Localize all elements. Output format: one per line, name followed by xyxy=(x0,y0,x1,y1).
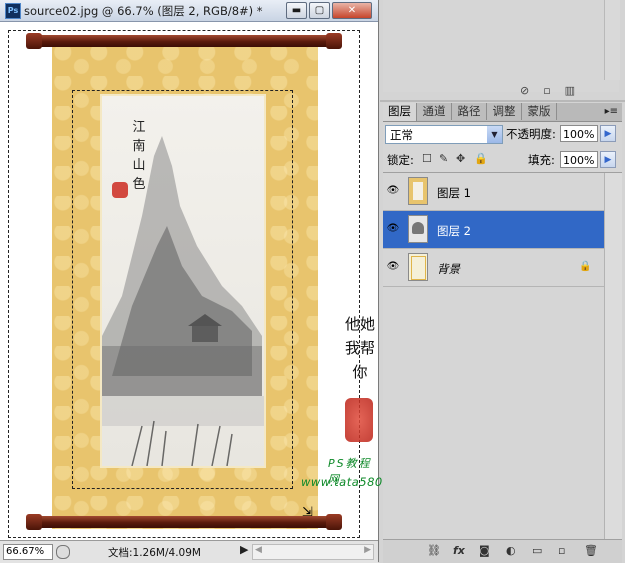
new-group-folder-icon[interactable]: ▭ xyxy=(532,544,542,557)
chevron-down-icon[interactable]: ▼ xyxy=(487,126,502,143)
minimize-button[interactable]: ▬ xyxy=(286,2,307,19)
top-scroll-rod xyxy=(34,35,334,47)
lock-position-move-icon[interactable]: ✥ xyxy=(456,152,465,165)
bottom-rod-left-knob xyxy=(26,514,42,530)
move-cursor-icon: ⇲ xyxy=(302,505,313,520)
layers-panel: 图层 通道 路径 调整 蒙版 ▸≡ 正常 ▼ 不透明度: 100% ▶ 锁定: … xyxy=(383,103,622,563)
panel-divider[interactable] xyxy=(380,100,625,102)
horizontal-scrollbar[interactable]: ◀ ▶ xyxy=(252,544,374,560)
layer-list: 👁 图层 1 👁 图层 2 👁 背景 🔒 xyxy=(383,172,622,549)
layer-name: 图层 1 xyxy=(437,186,471,200)
status-menu-arrow-icon[interactable]: ▶ xyxy=(240,543,248,556)
upper-panel-scrollbar[interactable] xyxy=(604,0,620,80)
tab-layers[interactable]: 图层 xyxy=(383,103,417,121)
scroll-right-icon[interactable]: ▶ xyxy=(364,545,371,555)
tab-channels[interactable]: 通道 xyxy=(417,103,452,120)
bottom-scroll-rod xyxy=(34,516,334,528)
close-button[interactable]: ✕ xyxy=(332,2,372,19)
layer-thumbnail xyxy=(408,177,428,205)
top-rod-right-knob xyxy=(326,33,342,49)
lock-icon: 🔒 xyxy=(579,261,592,272)
lock-all-icon[interactable]: 🔒 xyxy=(474,152,488,165)
fill-input[interactable]: 100% xyxy=(560,151,598,168)
fill-label: 填充: xyxy=(528,153,555,167)
blend-mode-value: 正常 xyxy=(390,128,413,142)
fill-slider-arrow-icon[interactable]: ▶ xyxy=(600,151,616,168)
tab-paths[interactable]: 路径 xyxy=(452,103,487,120)
trash-icon[interactable]: 🗑 xyxy=(584,544,598,557)
watermark-calligraphy: 他她我帮你 xyxy=(344,315,375,381)
layer-row-background[interactable]: 👁 背景 🔒 xyxy=(383,249,604,287)
layer-row-layer-2[interactable]: 👁 图层 2 xyxy=(383,211,604,249)
opacity-input[interactable]: 100% xyxy=(560,125,598,142)
eye-visibility-icon[interactable]: 👁 xyxy=(386,184,400,198)
adjustment-layer-icon[interactable]: ◐ xyxy=(506,544,516,557)
upper-panel-toolbar-icons[interactable]: ⊘▫▥ xyxy=(520,84,589,97)
document-titlebar[interactable]: Ps source02.jpg @ 66.7% (图层 2, RGB/8#) *… xyxy=(0,0,378,22)
painting-calligraphy: 江南山色 xyxy=(132,120,146,192)
tab-masks[interactable]: 蒙版 xyxy=(522,103,557,120)
eye-visibility-icon[interactable]: 👁 xyxy=(386,260,400,274)
layer-thumbnail xyxy=(408,253,428,281)
layer-name: 背景 xyxy=(437,262,460,276)
eye-visibility-icon[interactable]: 👁 xyxy=(386,222,400,236)
scroll-left-icon[interactable]: ◀ xyxy=(255,545,262,555)
new-layer-icon[interactable]: ▫ xyxy=(558,544,565,557)
layer-row-layer-1[interactable]: 👁 图层 1 xyxy=(383,173,604,211)
document-title: source02.jpg @ 66.7% (图层 2, RGB/8#) * xyxy=(24,4,263,18)
document-window[interactable]: Ps source02.jpg @ 66.7% (图层 2, RGB/8#) *… xyxy=(0,0,412,563)
panel-menu-icon[interactable]: ▸≡ xyxy=(605,103,618,120)
ink-landscape-painting xyxy=(100,94,266,468)
layers-scrollbar[interactable] xyxy=(604,173,622,549)
document-size-info: 文档:1.26M/4.09M xyxy=(108,547,201,559)
zoom-level-field[interactable]: 66.67% xyxy=(3,544,53,560)
lock-label: 锁定: xyxy=(387,153,414,167)
panel-tabs: 图层 通道 路径 调整 蒙版 ▸≡ xyxy=(383,103,622,122)
blend-mode-select[interactable]: 正常 ▼ xyxy=(385,125,503,144)
add-mask-icon[interactable]: ◙ xyxy=(479,544,490,557)
layer-thumbnail xyxy=(408,215,428,243)
layers-bottom-toolbar: ⛓ fx ◙ ◐ ▭ ▫ 🗑 xyxy=(383,539,622,563)
status-bar: 66.67% 文档:1.26M/4.09M ▶ ◀ ▶ xyxy=(0,540,378,563)
status-info-icon[interactable] xyxy=(56,545,70,559)
watermark-red-seal xyxy=(345,398,373,442)
opacity-label: 不透明度: xyxy=(506,127,556,141)
link-layers-icon[interactable]: ⛓ xyxy=(427,544,441,557)
opacity-slider-arrow-icon[interactable]: ▶ xyxy=(600,125,616,142)
layer-name: 图层 2 xyxy=(437,224,471,238)
tab-adjustments[interactable]: 调整 xyxy=(487,103,522,120)
upper-panel xyxy=(383,0,619,92)
document-canvas[interactable]: 江南山色 他她我帮你 PS教程网 www.tata580.com ⇲ xyxy=(0,22,412,540)
painting-red-seal xyxy=(112,182,128,198)
bottom-rod-right-knob xyxy=(326,514,342,530)
layer-style-fx-icon[interactable]: fx xyxy=(453,544,465,557)
top-rod-left-knob xyxy=(26,33,42,49)
photoshop-app-icon: Ps xyxy=(5,3,21,19)
lock-pixels-brush-icon[interactable]: ✎ xyxy=(439,152,448,165)
lock-transparency-icon[interactable]: ☐ xyxy=(422,152,432,165)
maximize-button[interactable]: ▢ xyxy=(309,2,330,19)
